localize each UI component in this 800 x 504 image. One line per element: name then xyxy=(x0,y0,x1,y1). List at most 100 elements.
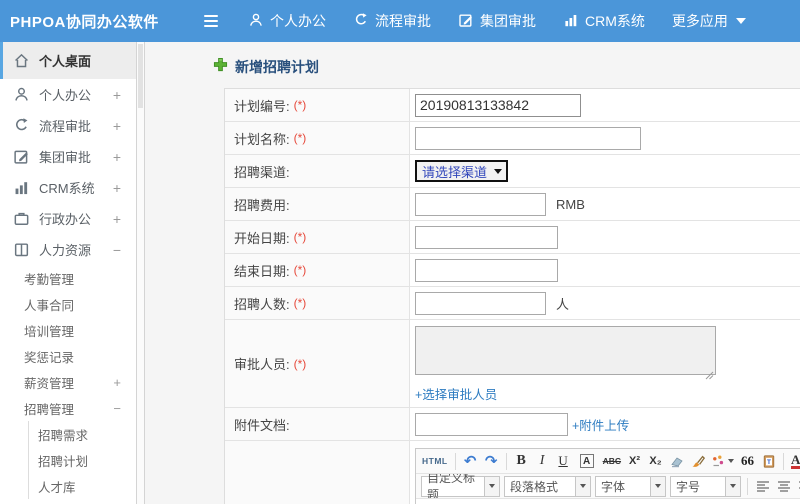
unit-suffix: 人 xyxy=(556,296,570,312)
text-effects-icon[interactable] xyxy=(709,451,736,471)
selected-option: 字号 xyxy=(676,479,701,494)
collapse-minus-icon[interactable]: − xyxy=(113,242,121,258)
sidebar-item-label: CRM系统 xyxy=(39,181,95,196)
headcount-input[interactable] xyxy=(415,291,546,315)
sidebar-item-label: 人力资源 xyxy=(39,243,92,258)
sidebar-item-crm[interactable]: CRM系统 + xyxy=(0,172,136,203)
nav-more-apps[interactable]: 更多应用 xyxy=(672,11,746,31)
plan-name-input[interactable] xyxy=(415,126,641,150)
html-source-button[interactable]: HTML xyxy=(420,451,450,471)
sidebar-item-label: 人事合同 xyxy=(24,298,75,313)
sidebar-item-talent-pool[interactable]: 人才库 xyxy=(29,473,136,499)
sidebar-item-label: 招聘管理 xyxy=(24,402,75,417)
font-color-button[interactable]: A xyxy=(789,451,800,471)
expand-plus-icon[interactable]: + xyxy=(113,180,121,196)
bold-button[interactable]: B xyxy=(512,451,531,471)
font-family-select[interactable]: 字体 xyxy=(595,475,666,497)
sidebar-item-recruitment[interactable]: 招聘管理 − xyxy=(0,395,136,421)
sidebar-item-hr-contract[interactable]: 人事合同 xyxy=(0,291,136,317)
selected-option: 请选择渠道 xyxy=(422,164,488,180)
top-navigation: 个人办公 流程审批 集团审批 CRM系统 更多应用 xyxy=(248,11,746,31)
editor-content-area[interactable] xyxy=(416,499,800,504)
italic-button[interactable]: I xyxy=(533,451,552,471)
nav-personal-office[interactable]: 个人办公 xyxy=(248,11,326,31)
sidebar-item-admin-office[interactable]: 行政办公 + xyxy=(0,203,136,234)
redo-button[interactable]: ↷ xyxy=(482,451,501,471)
channel-select[interactable]: 请选择渠道 xyxy=(415,160,509,182)
align-left-icon[interactable] xyxy=(753,476,772,496)
format-painter-icon[interactable] xyxy=(688,451,707,471)
resize-grip-icon[interactable] xyxy=(705,367,714,380)
paragraph-format-select[interactable]: 段落格式 xyxy=(504,475,591,497)
expand-plus-icon[interactable]: + xyxy=(113,375,121,390)
page-title: 新增招聘计划 xyxy=(213,57,800,77)
editor-toolbar-row1: HTML ↶ ↷ B I U A ABC X² X₂ 66 T A xyxy=(416,449,800,474)
caret-down-icon xyxy=(728,459,735,463)
chart-icon xyxy=(563,12,579,31)
expand-plus-icon[interactable]: + xyxy=(113,149,121,165)
sidebar-item-label: 薪资管理 xyxy=(24,376,75,391)
scrollbar-thumb[interactable] xyxy=(138,44,143,108)
attachment-upload-link[interactable]: +附件上传 xyxy=(572,415,629,434)
strikethrough-button[interactable]: ABC xyxy=(601,451,623,471)
sidebar-item-recruit-demand[interactable]: 招聘需求 xyxy=(29,421,136,447)
main-content: 新增招聘计划 计划编号:(*) 计划名称:(*) 招聘渠道: 请选择渠道 xyxy=(145,42,800,504)
blockquote-button[interactable]: 66 xyxy=(738,451,757,471)
heading-style-select[interactable]: 自定义标题 xyxy=(421,474,500,498)
nav-group-approval[interactable]: 集团审批 xyxy=(458,11,536,31)
paste-icon[interactable]: T xyxy=(759,451,778,471)
sidebar-item-recruit-plan[interactable]: 招聘计划 xyxy=(29,447,136,473)
sidebar-item-salary[interactable]: 薪资管理 + xyxy=(0,369,136,395)
sidebar-item-desktop[interactable]: 个人桌面 xyxy=(0,42,136,79)
nav-label: 集团审批 xyxy=(480,13,536,29)
briefcase-icon xyxy=(13,210,30,227)
expand-plus-icon[interactable]: + xyxy=(113,118,121,134)
user-icon xyxy=(248,12,264,31)
form-row-plan-number: 计划编号: (*) xyxy=(225,89,800,122)
approvers-textarea[interactable] xyxy=(415,326,716,375)
required-mark: (*) xyxy=(293,263,307,277)
sidebar-scrollbar[interactable] xyxy=(136,42,145,504)
sidebar-item-training[interactable]: 培训管理 xyxy=(0,317,136,343)
font-size-select[interactable]: 字号 xyxy=(670,475,741,497)
form-row-approvers: 审批人员: (*) +选择审批人员 xyxy=(225,320,800,408)
sidebar-item-hr[interactable]: 人力资源 − xyxy=(0,234,136,265)
start-date-input[interactable] xyxy=(415,225,558,249)
nav-label: CRM系统 xyxy=(585,13,645,29)
cost-input[interactable] xyxy=(415,192,546,216)
sidebar-item-label: 行政办公 xyxy=(39,212,92,227)
expand-plus-icon[interactable]: + xyxy=(113,87,121,103)
underline-button[interactable]: U xyxy=(554,451,573,471)
superscript-button[interactable]: X² xyxy=(625,451,644,471)
nav-workflow-approval[interactable]: 流程审批 xyxy=(353,11,431,31)
field-label: 招聘渠道: xyxy=(234,164,290,180)
subscript-button[interactable]: X₂ xyxy=(646,451,665,471)
nav-crm-system[interactable]: CRM系统 xyxy=(563,11,645,31)
expand-plus-icon[interactable]: + xyxy=(113,211,121,227)
undo-button[interactable]: ↶ xyxy=(461,451,480,471)
sidebar-item-workflow-approval[interactable]: 流程审批 + xyxy=(0,110,136,141)
sidebar-item-label: 个人桌面 xyxy=(39,54,92,69)
end-date-input[interactable] xyxy=(415,258,558,282)
sidebar-item-rewards[interactable]: 奖惩记录 xyxy=(0,343,136,369)
form-row-cost: 招聘费用: RMB xyxy=(225,188,800,221)
caret-down-icon xyxy=(484,476,499,496)
sidebar-item-group-approval[interactable]: 集团审批 + xyxy=(0,141,136,172)
sidebar-item-personal-office[interactable]: 个人办公 + xyxy=(0,79,136,110)
form-row-channel: 招聘渠道: 请选择渠道 xyxy=(225,155,800,188)
align-center-icon[interactable] xyxy=(774,476,793,496)
plan-number-input[interactable] xyxy=(415,93,581,117)
process-icon xyxy=(13,117,30,134)
attachment-input[interactable] xyxy=(415,412,568,436)
field-label: 计划编号: xyxy=(234,98,290,114)
sidebar-item-attendance[interactable]: 考勤管理 xyxy=(0,265,136,291)
font-style-button[interactable]: A xyxy=(579,454,594,468)
align-right-icon[interactable] xyxy=(795,476,800,496)
chart-icon xyxy=(13,179,30,196)
eraser-icon[interactable] xyxy=(667,451,686,471)
select-approvers-link[interactable]: +选择审批人员 xyxy=(415,384,497,403)
collapse-minus-icon[interactable]: − xyxy=(113,401,121,416)
field-label: 审批人员: xyxy=(234,357,290,372)
process-icon xyxy=(353,12,369,31)
menu-toggle-icon[interactable] xyxy=(200,11,222,31)
